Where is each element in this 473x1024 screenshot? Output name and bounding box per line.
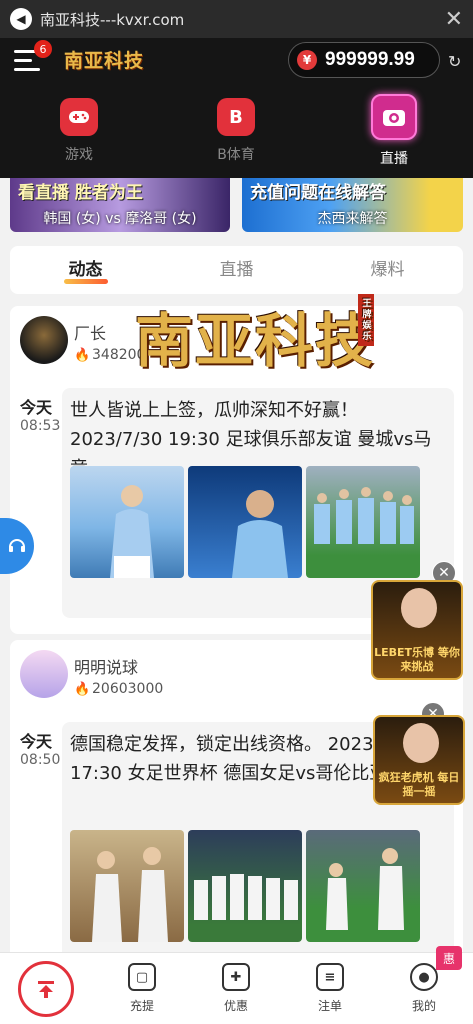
post-image[interactable] <box>188 466 302 578</box>
post-author[interactable]: 明明说球 <box>74 654 138 678</box>
list-icon: ≡ <box>316 963 344 991</box>
post-date: 今天 <box>20 398 53 417</box>
banner-headline: 看直播 胜者为王 <box>18 183 143 203</box>
refresh-icon[interactable]: ↻ <box>448 52 461 71</box>
notification-badge: 6 <box>34 40 52 58</box>
avatar[interactable] <box>20 650 68 698</box>
scroll-top-button[interactable] <box>18 961 74 1017</box>
fire-icon: 🔥 <box>74 682 91 697</box>
gift-icon: ✚ <box>222 963 250 991</box>
nav-bets-label: 注单 <box>317 999 342 1013</box>
post-image[interactable] <box>70 830 184 942</box>
gamepad-icon <box>60 98 98 136</box>
post-image[interactable] <box>306 830 420 942</box>
fire-icon: 🔥 <box>74 348 91 363</box>
yen-icon: ¥ <box>297 50 317 70</box>
post-author[interactable]: 厂长 <box>74 320 106 344</box>
banner-support[interactable]: 充值问题在线解答 杰西来解答 <box>242 178 463 232</box>
speaker-icon[interactable]: ◀ <box>10 8 32 30</box>
post-date: 今天 <box>20 732 53 751</box>
banner-live[interactable]: 看直播 胜者为王 韩国 (女) vs 摩洛哥 (女) <box>10 178 230 232</box>
tab-games[interactable]: 游戏 <box>29 98 129 164</box>
watermark-logo: 南亚科技 王牌娱乐 <box>130 286 380 386</box>
seal-stamp: 王牌娱乐 <box>358 294 374 346</box>
ad-avatar <box>401 588 437 628</box>
nav-deposit[interactable]: ▢ 充提 <box>112 963 172 1014</box>
tab-games-label: 游戏 <box>65 147 93 163</box>
balance-value: 999999.99 <box>325 49 415 70</box>
tab-live[interactable]: 直播 <box>344 94 444 168</box>
nav-profile[interactable]: ● 我的 <box>394 963 454 1014</box>
page-title: 南亚科技---kvxr.com <box>40 10 185 29</box>
bottom-nav: ▢ 充提 ✚ 优惠 ≡ 注单 ● 我的 <box>0 952 473 1024</box>
wallet-icon: ▢ <box>128 963 156 991</box>
app-header: 6 南亚科技 ¥ 999999.99 ↻ 游戏 B B体育 直播 <box>0 38 473 178</box>
nav-promo[interactable]: ✚ 优惠 <box>206 963 266 1014</box>
nav-promo-label: 优惠 <box>223 999 248 1013</box>
close-icon[interactable]: ✕ <box>445 7 463 32</box>
camera-icon <box>371 94 417 140</box>
post-image[interactable] <box>70 466 184 578</box>
floating-ad[interactable]: LEBET乐博 等你来挑战 <box>371 580 463 680</box>
user-icon: ● <box>410 963 438 991</box>
browser-bar: ◀ 南亚科技---kvxr.com ✕ <box>0 0 473 38</box>
banner-caption: 韩国 (女) vs 摩洛哥 (女) <box>43 211 197 227</box>
logo: 南亚科技 <box>64 50 145 72</box>
ad-text: 疯狂老虎机 每日摇一摇 <box>378 771 460 798</box>
tab-live-label: 直播 <box>380 151 408 167</box>
nav-profile-label: 我的 <box>411 999 436 1013</box>
ad-avatar <box>403 723 439 763</box>
post-views: 20603000 <box>92 681 164 697</box>
banner-row: 看直播 胜者为王 韩国 (女) vs 摩洛哥 (女) 充值问题在线解答 杰西来解… <box>0 178 473 234</box>
banner-caption: 杰西来解答 <box>317 211 388 227</box>
post-time: 08:53 <box>20 418 61 434</box>
floating-ad[interactable]: 疯狂老虎机 每日摇一摇 <box>373 715 465 805</box>
promo-badge: 惠 <box>436 946 462 970</box>
ad-text: LEBET乐博 等你来挑战 <box>374 646 460 673</box>
avatar[interactable] <box>20 316 68 364</box>
tab-b-sports[interactable]: B B体育 <box>186 98 286 164</box>
banner-headline: 充值问题在线解答 <box>250 183 386 203</box>
tab-b-sports-label: B体育 <box>217 147 255 163</box>
post-time: 08:50 <box>20 752 61 768</box>
b-sports-icon: B <box>217 98 255 136</box>
post-image[interactable] <box>188 830 302 942</box>
nav-deposit-label: 充提 <box>129 999 154 1013</box>
nav-bets[interactable]: ≡ 注单 <box>300 963 360 1014</box>
balance-pill[interactable]: ¥ 999999.99 <box>288 42 440 78</box>
post-image[interactable] <box>306 466 420 578</box>
